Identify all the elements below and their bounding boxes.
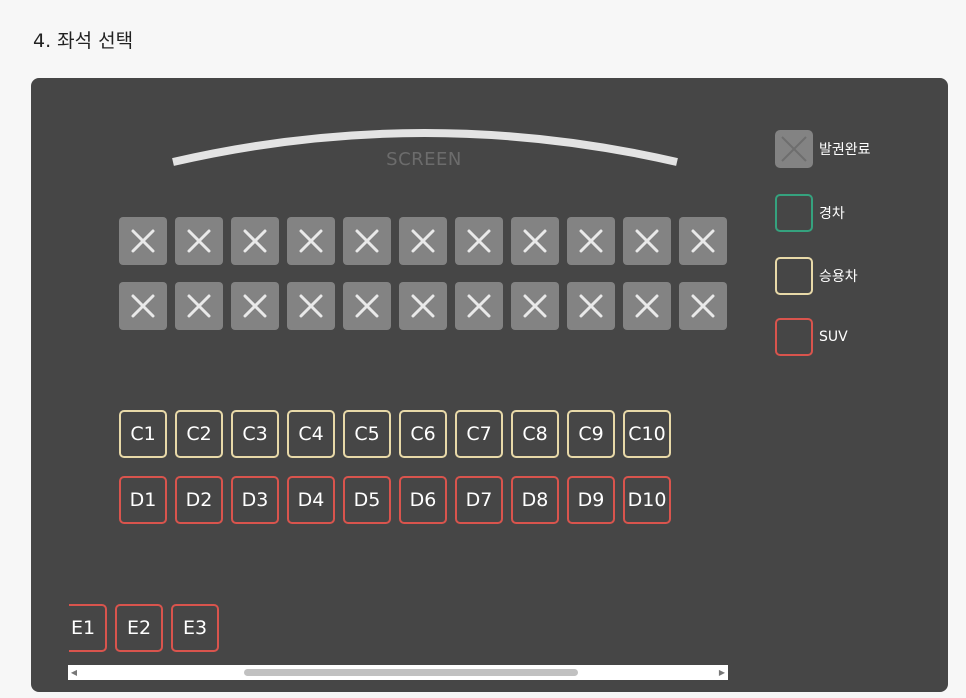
legend-item-compact: 경차: [775, 194, 845, 232]
x-icon: [299, 294, 323, 318]
legend-label-suv: SUV: [819, 329, 848, 345]
seat-row-e: E1 E2 E3: [69, 604, 219, 652]
legend-box-suv: [775, 318, 813, 356]
sold-seat-b: [623, 282, 671, 330]
x-icon: [579, 229, 603, 253]
sold-seat-b: [119, 282, 167, 330]
x-icon: [523, 294, 547, 318]
x-icon: [691, 294, 715, 318]
seat-c8[interactable]: C8: [511, 410, 559, 458]
x-icon: [355, 229, 379, 253]
x-icon: [467, 229, 491, 253]
seat-row-c: C1 C2 C3 C4 C5 C6 C7 C8 C9 C10: [119, 410, 671, 458]
seat-d10[interactable]: D10: [623, 476, 671, 524]
sold-seat-b: [511, 282, 559, 330]
scrollbar-thumb[interactable]: [244, 669, 578, 676]
legend-item-done: 발권완료: [775, 130, 871, 168]
seat-row-d: D1 D2 D3 D4 D5 D6 D7 D8 D9 D10: [119, 476, 671, 524]
seat-area: C1 C2 C3 C4 C5 C6 C7 C8 C9 C10 D1 D2 D3 D4 D5 D6 D7 D8 D9…: [69, 78, 728, 692]
scroll-left-icon[interactable]: ◀: [68, 665, 80, 680]
sold-seat-b: [399, 282, 447, 330]
sold-seat-a: [231, 217, 279, 265]
scroll-right-icon[interactable]: ▶: [716, 665, 728, 680]
sold-seat-a: [119, 217, 167, 265]
x-icon: [635, 229, 659, 253]
legend-box-sedan: [775, 257, 813, 295]
seat-c5[interactable]: C5: [343, 410, 391, 458]
x-icon: [781, 136, 807, 162]
seat-d2[interactable]: D2: [175, 476, 223, 524]
seat-e2[interactable]: E2: [115, 604, 163, 652]
seat-c1[interactable]: C1: [119, 410, 167, 458]
x-icon: [411, 229, 435, 253]
seat-c10[interactable]: C10: [623, 410, 671, 458]
seat-d5[interactable]: D5: [343, 476, 391, 524]
seat-c4[interactable]: C4: [287, 410, 335, 458]
legend-label-sedan: 승용차: [819, 269, 858, 285]
sold-seat-a: [343, 217, 391, 265]
seat-d6[interactable]: D6: [399, 476, 447, 524]
legend-label-compact: 경차: [819, 206, 845, 222]
legend-item-suv: SUV: [775, 318, 848, 356]
sold-seat-b: [679, 282, 727, 330]
sold-seat-b: [567, 282, 615, 330]
x-icon: [411, 294, 435, 318]
x-icon: [691, 229, 715, 253]
section-title: 4. 좌석 선택: [33, 30, 134, 52]
x-icon: [243, 294, 267, 318]
x-icon: [187, 294, 211, 318]
seat-c3[interactable]: C3: [231, 410, 279, 458]
seat-c7[interactable]: C7: [455, 410, 503, 458]
x-icon: [131, 294, 155, 318]
seat-d9[interactable]: D9: [567, 476, 615, 524]
seat-d4[interactable]: D4: [287, 476, 335, 524]
sold-seat-a: [679, 217, 727, 265]
seat-row-a: [119, 217, 727, 265]
sold-seat-b: [175, 282, 223, 330]
x-icon: [187, 229, 211, 253]
x-icon: [131, 229, 155, 253]
x-icon: [355, 294, 379, 318]
legend-box-compact: [775, 194, 813, 232]
seat-c9[interactable]: C9: [567, 410, 615, 458]
horizontal-scrollbar[interactable]: ◀ ▶: [68, 665, 728, 680]
sold-seat-b: [455, 282, 503, 330]
seat-c6[interactable]: C6: [399, 410, 447, 458]
legend-box-done: [775, 130, 813, 168]
sold-seat-a: [623, 217, 671, 265]
sold-seat-a: [399, 217, 447, 265]
seat-d1[interactable]: D1: [119, 476, 167, 524]
sold-seat-a: [567, 217, 615, 265]
sold-seat-a: [511, 217, 559, 265]
legend-item-sedan: 승용차: [775, 257, 858, 295]
seat-d8[interactable]: D8: [511, 476, 559, 524]
x-icon: [523, 229, 547, 253]
seat-e3[interactable]: E3: [171, 604, 219, 652]
x-icon: [243, 229, 267, 253]
x-icon: [467, 294, 491, 318]
sold-seat-b: [343, 282, 391, 330]
legend-label-done: 발권완료: [819, 142, 871, 158]
sold-seat-a: [175, 217, 223, 265]
sold-seat-a: [287, 217, 335, 265]
seat-d7[interactable]: D7: [455, 476, 503, 524]
sold-seat-a: [455, 217, 503, 265]
x-icon: [579, 294, 603, 318]
seat-d3[interactable]: D3: [231, 476, 279, 524]
seat-e1[interactable]: E1: [69, 604, 107, 652]
sold-seat-b: [287, 282, 335, 330]
seat-row-b: [119, 282, 727, 330]
x-icon: [299, 229, 323, 253]
seat-c2[interactable]: C2: [175, 410, 223, 458]
seat-map-panel: SCREEN C1 C2 C3 C4 C5 C6 C7 C8 C9 C10 D1 D2 D3 D4 D5 D…: [31, 78, 948, 692]
sold-seat-b: [231, 282, 279, 330]
x-icon: [635, 294, 659, 318]
